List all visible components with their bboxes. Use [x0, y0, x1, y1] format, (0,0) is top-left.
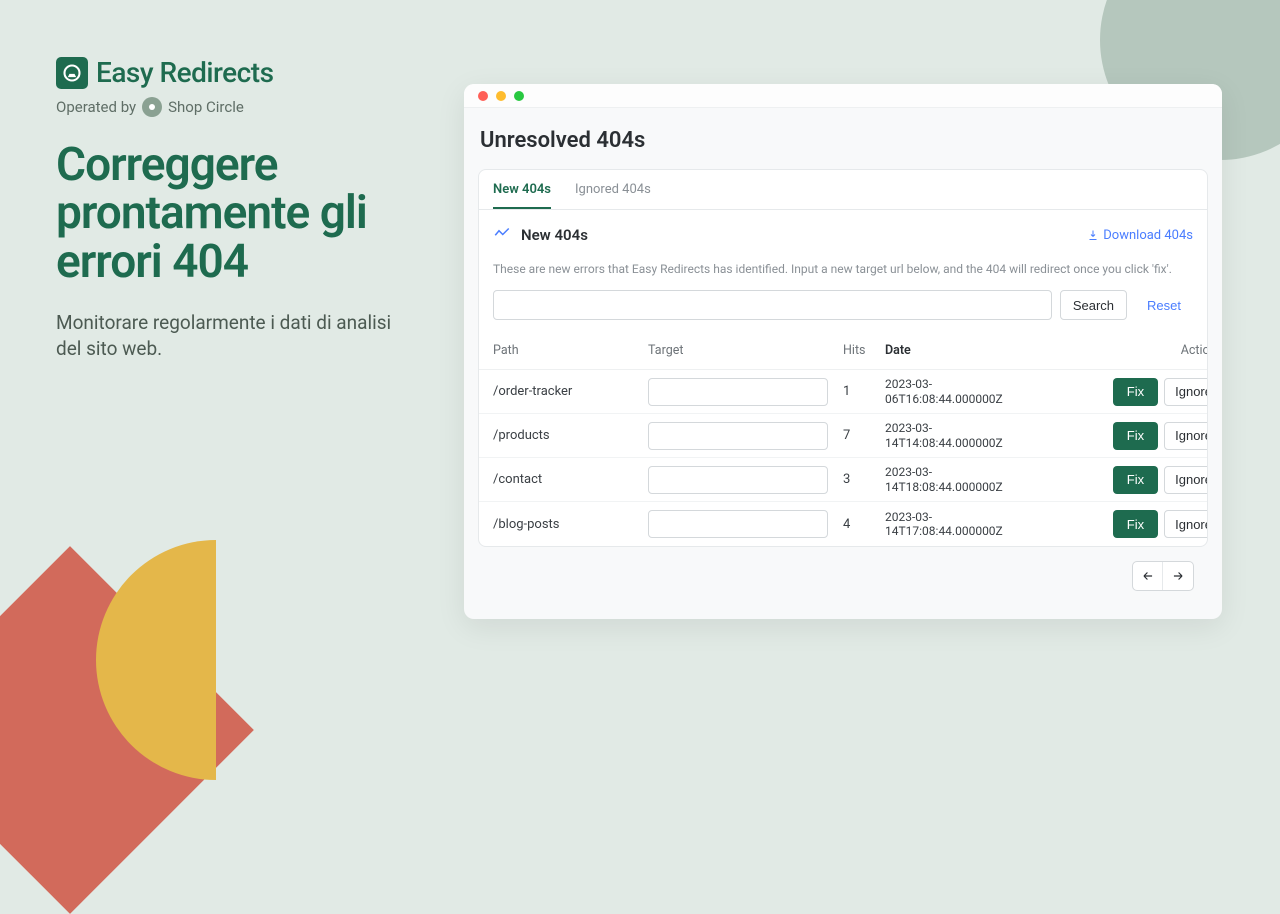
fix-button[interactable]: Fix	[1113, 510, 1158, 538]
app-logo-icon	[56, 57, 88, 89]
marketing-headline: Correggere prontamente gli errori 404	[56, 141, 396, 286]
cell-date: 2023-03-14T14:08:44.000000Z	[885, 421, 1065, 450]
table-row: /contact 3 2023-03-14T18:08:44.000000Z F…	[479, 458, 1207, 502]
section-title: New 404s	[521, 226, 588, 244]
fix-button[interactable]: Fix	[1113, 422, 1158, 450]
cell-hits: 1	[843, 384, 885, 399]
next-page-button[interactable]	[1163, 562, 1193, 590]
table-row: /blog-posts 4 2023-03-14T17:08:44.000000…	[479, 502, 1207, 546]
errors-table: Path Target Hits Date Actions /order-tra…	[479, 332, 1207, 546]
cell-path: /contact	[493, 472, 648, 487]
cell-path: /products	[493, 428, 648, 443]
col-hits: Hits	[843, 343, 885, 358]
col-date[interactable]: Date	[885, 343, 1065, 358]
cell-hits: 3	[843, 472, 885, 487]
cell-hits: 7	[843, 428, 885, 443]
cell-hits: 4	[843, 517, 885, 532]
cell-date: 2023-03-14T18:08:44.000000Z	[885, 465, 1065, 494]
ignore-button[interactable]: Ignore	[1164, 466, 1208, 494]
download-label: Download 404s	[1103, 228, 1193, 243]
pagination	[478, 547, 1208, 605]
cell-date: 2023-03-06T16:08:44.000000Z	[885, 377, 1065, 406]
window-minimize-icon[interactable]	[496, 91, 506, 101]
window-close-icon[interactable]	[478, 91, 488, 101]
download-404s-link[interactable]: Download 404s	[1087, 228, 1193, 243]
window-titlebar	[464, 84, 1222, 108]
chart-line-icon	[493, 224, 511, 246]
cell-date: 2023-03-14T17:08:44.000000Z	[885, 510, 1065, 539]
col-path: Path	[493, 343, 648, 358]
operated-prefix: Operated by	[56, 98, 136, 116]
cell-path: /order-tracker	[493, 384, 648, 399]
page-title: Unresolved 404s	[480, 128, 1208, 153]
fix-button[interactable]: Fix	[1113, 466, 1158, 494]
section-description: These are new errors that Easy Redirects…	[479, 252, 1207, 290]
ignore-button[interactable]: Ignore	[1164, 510, 1208, 538]
prev-page-button[interactable]	[1133, 562, 1163, 590]
target-input[interactable]	[648, 510, 828, 538]
tabs: New 404s Ignored 404s	[479, 170, 1207, 210]
search-button[interactable]: Search	[1060, 290, 1127, 320]
ignore-button[interactable]: Ignore	[1164, 422, 1208, 450]
marketing-subtext: Monitorare regolarmente i dati di analis…	[56, 310, 396, 361]
ignore-button[interactable]: Ignore	[1164, 378, 1208, 406]
target-input[interactable]	[648, 422, 828, 450]
col-target: Target	[648, 343, 843, 358]
table-row: /order-tracker 1 2023-03-06T16:08:44.000…	[479, 370, 1207, 414]
main-card: New 404s Ignored 404s New 404s Download …	[478, 169, 1208, 547]
window-zoom-icon[interactable]	[514, 91, 524, 101]
target-input[interactable]	[648, 378, 828, 406]
marketing-panel: Easy Redirects Operated by Shop Circle C…	[56, 56, 396, 361]
search-input[interactable]	[493, 290, 1052, 320]
reset-button[interactable]: Reset	[1135, 290, 1193, 320]
operated-by-name: Shop Circle	[168, 98, 244, 116]
target-input[interactable]	[648, 466, 828, 494]
shop-circle-icon	[142, 97, 162, 117]
table-row: /products 7 2023-03-14T14:08:44.000000Z …	[479, 414, 1207, 458]
app-window: Unresolved 404s New 404s Ignored 404s Ne…	[464, 84, 1222, 619]
tab-ignored-404s[interactable]: Ignored 404s	[575, 170, 651, 209]
app-logo-text: Easy Redirects	[96, 56, 274, 89]
tab-new-404s[interactable]: New 404s	[493, 170, 551, 209]
fix-button[interactable]: Fix	[1113, 378, 1158, 406]
cell-path: /blog-posts	[493, 517, 648, 532]
col-actions: Actions	[1065, 343, 1208, 358]
